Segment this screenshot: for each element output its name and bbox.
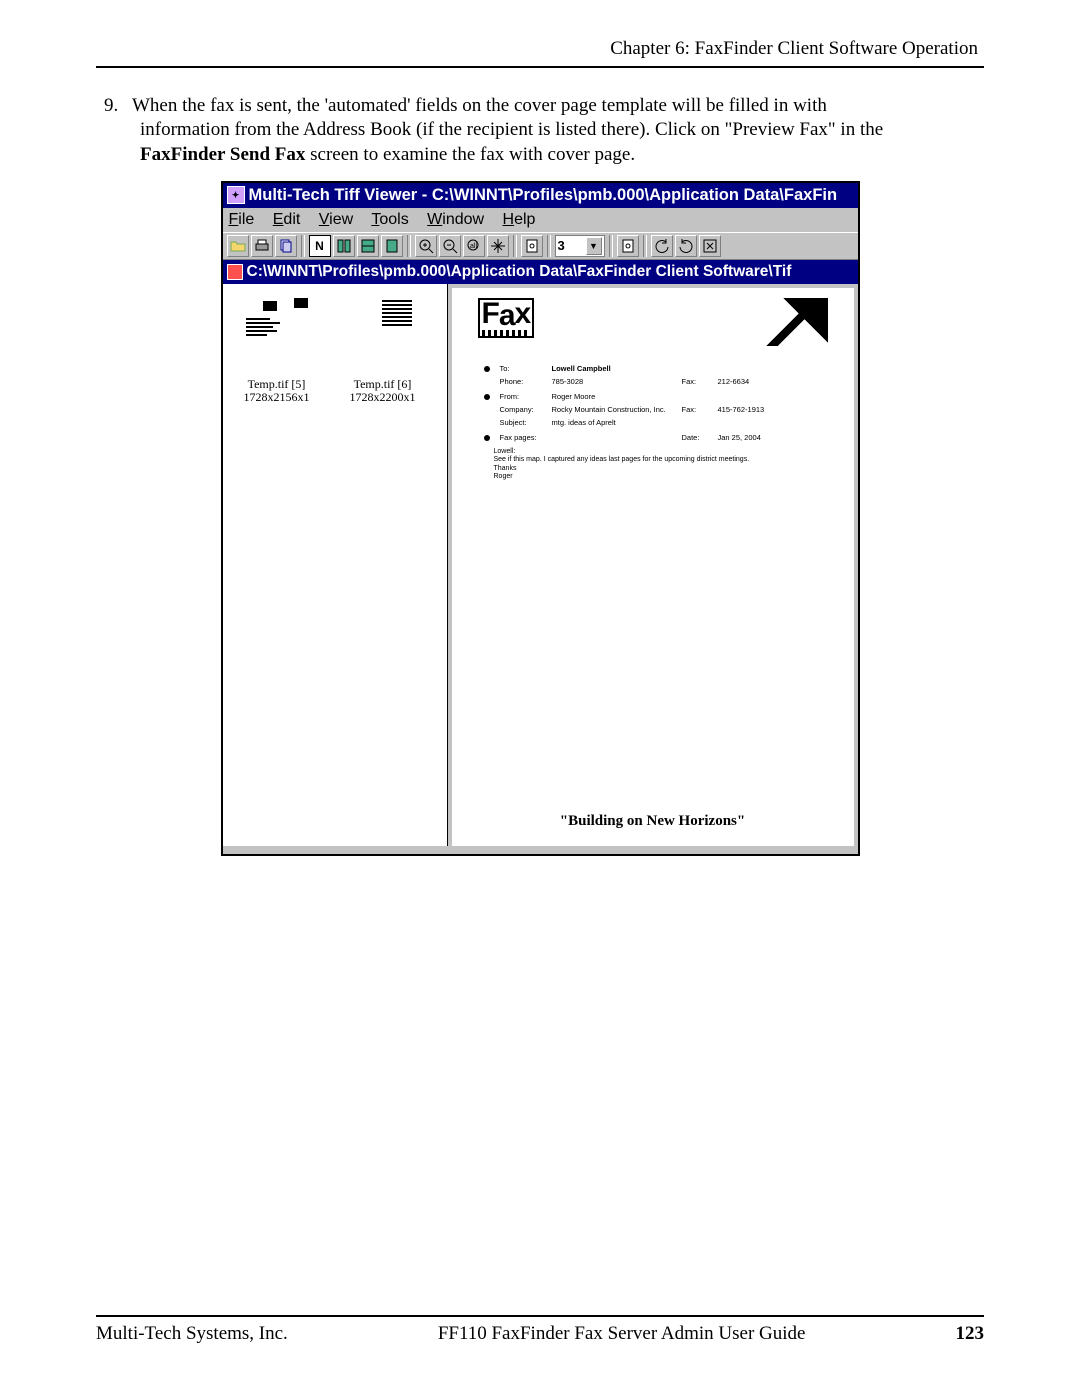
thumbnail-preview (242, 294, 312, 374)
thumbnail-dims: 1728x2200x1 (347, 391, 419, 404)
cover-phone-label: Phone: (500, 377, 552, 386)
cover-msg-line: See if this map. I captured any ideas la… (494, 456, 828, 464)
cover-fax-label: Fax: (682, 377, 718, 386)
page-number-value: 3 (558, 238, 565, 253)
footer-left: Multi-Tech Systems, Inc. (96, 1323, 288, 1345)
thumbnail-name: Temp.tif [6] (347, 378, 419, 391)
page-preview: Fax To: Lowell Campbell Phone: 785-3028 … (448, 284, 858, 846)
cover-company-label: Company: (500, 405, 552, 414)
print-icon[interactable] (251, 235, 273, 257)
view-mode3-icon[interactable] (381, 235, 403, 257)
menu-window[interactable]: Window (427, 211, 484, 228)
toolbar-separator (301, 235, 305, 257)
document-path-bar: C:\WINNT\Profiles\pmb.000\Application Da… (223, 260, 858, 284)
svg-text:all: all (470, 243, 477, 250)
window-bottom-border (223, 846, 858, 854)
cover-fromfax-label: Fax: (682, 405, 718, 414)
thumbnail-name: Temp.tif [5] (241, 378, 313, 391)
view-mode2-icon[interactable] (357, 235, 379, 257)
page-number-field[interactable]: 3 ▼ (555, 235, 605, 257)
footer-rule (96, 1315, 984, 1317)
cover-msg-sign1: Thanks (494, 465, 828, 473)
chevron-down-icon[interactable]: ▼ (586, 237, 602, 255)
step-line2: information from the Address Book (if th… (140, 118, 984, 142)
cover-subject-value: mtg. ideas of Aprelt (552, 418, 682, 427)
step-number: 9. (104, 94, 132, 118)
thumbnail-item[interactable]: Temp.tif [5] 1728x2156x1 (241, 294, 313, 403)
toolbar: N all 3 ▼ (223, 232, 858, 260)
window-title: Multi-Tech Tiff Viewer - C:\WINNT\Profil… (249, 186, 838, 205)
toolbar-separator-5 (609, 235, 613, 257)
header-rule (96, 66, 984, 68)
rotate-left-icon[interactable] (651, 235, 673, 257)
rotate-right-icon[interactable] (675, 235, 697, 257)
zoom-in-icon[interactable] (415, 235, 437, 257)
negative-icon[interactable]: N (309, 235, 331, 257)
document-path: C:\WINNT\Profiles\pmb.000\Application Da… (247, 263, 792, 281)
footer-page-number: 123 (955, 1323, 984, 1345)
zoom-fit-icon[interactable]: all (463, 235, 485, 257)
toolbar-separator-6 (643, 235, 647, 257)
fax-logo: Fax (478, 298, 535, 339)
cover-phone-value: 785-3028 (552, 377, 682, 386)
app-window: ✦ Multi-Tech Tiff Viewer - C:\WINNT\Prof… (221, 181, 860, 856)
zoom-out-icon[interactable] (439, 235, 461, 257)
cover-from-value: Roger Moore (552, 392, 682, 401)
cover-date-label: Date: (682, 433, 718, 442)
step-line1: When the fax is sent, the 'automated' fi… (132, 95, 827, 116)
viewer-area: Temp.tif [5] 1728x2156x1 Temp.tif [6] 17… (223, 284, 858, 846)
step-line3-bold: FaxFinder Send Fax (140, 144, 305, 165)
thumbnail-dims: 1728x2156x1 (241, 391, 313, 404)
menu-tools[interactable]: Tools (371, 211, 408, 228)
cover-tagline: "Building on New Horizons" (478, 807, 828, 838)
menu-file[interactable]: File (229, 211, 255, 228)
window-titlebar: ✦ Multi-Tech Tiff Viewer - C:\WINNT\Prof… (223, 183, 858, 208)
toolbar-separator-3 (513, 235, 517, 257)
menu-view[interactable]: View (319, 211, 353, 228)
thumbnail-item[interactable]: Temp.tif [6] 1728x2200x1 (347, 294, 419, 403)
cover-from-label: From: (500, 392, 552, 401)
pan-icon[interactable] (487, 235, 509, 257)
menu-edit[interactable]: Edit (273, 211, 301, 228)
thumbnail-preview (348, 294, 418, 374)
cover-message: Lowell: See if this map. I captured any … (494, 448, 828, 482)
cover-subject-label: Subject: (500, 418, 552, 427)
page-header: Chapter 6: FaxFinder Client Software Ope… (96, 38, 984, 60)
cover-to-label: To: (500, 364, 552, 373)
menu-help[interactable]: Help (503, 211, 536, 228)
view-mode1-icon[interactable] (333, 235, 355, 257)
bullet-icon (484, 366, 490, 372)
page-footer: Multi-Tech Systems, Inc. FF110 FaxFinder… (96, 1315, 984, 1345)
step-line3-rest: screen to examine the fax with cover pag… (305, 144, 635, 165)
copy-icon[interactable] (275, 235, 297, 257)
cover-page-body: To: Lowell Campbell Phone: 785-3028 Fax:… (478, 358, 828, 482)
toolbar-separator-4 (547, 235, 551, 257)
cover-date-value: Jan 25, 2004 (718, 433, 778, 442)
fit-window-icon[interactable] (699, 235, 721, 257)
cover-company-value: Rocky Mountain Construction, Inc. (552, 405, 682, 414)
cover-msg-greeting: Lowell: (494, 448, 828, 456)
chapter-title: Chapter 6: FaxFinder Client Software Ope… (610, 38, 978, 59)
step-text: 9.When the fax is sent, the 'automated' … (104, 94, 984, 167)
bullet-icon (484, 435, 490, 441)
cover-fromfax-value: 415-762-1913 (718, 405, 778, 414)
cover-msg-sign2: Roger (494, 473, 828, 481)
document-icon (227, 264, 243, 280)
cover-pages-label: Fax pages: (500, 433, 552, 442)
thumbnail-pane: Temp.tif [5] 1728x2156x1 Temp.tif [6] 17… (223, 284, 448, 846)
cover-to-value: Lowell Campbell (552, 364, 682, 373)
footer-center: FF110 FaxFinder Fax Server Admin User Gu… (438, 1323, 806, 1345)
cover-fax-value: 212-6634 (718, 377, 778, 386)
app-icon: ✦ (227, 186, 245, 204)
company-logo-graphic (764, 298, 828, 346)
menu-bar: File Edit View Tools Window Help (223, 208, 858, 232)
bullet-icon (484, 394, 490, 400)
goto-page-icon[interactable] (521, 235, 543, 257)
find-icon[interactable] (617, 235, 639, 257)
toolbar-separator-2 (407, 235, 411, 257)
open-icon[interactable] (227, 235, 249, 257)
